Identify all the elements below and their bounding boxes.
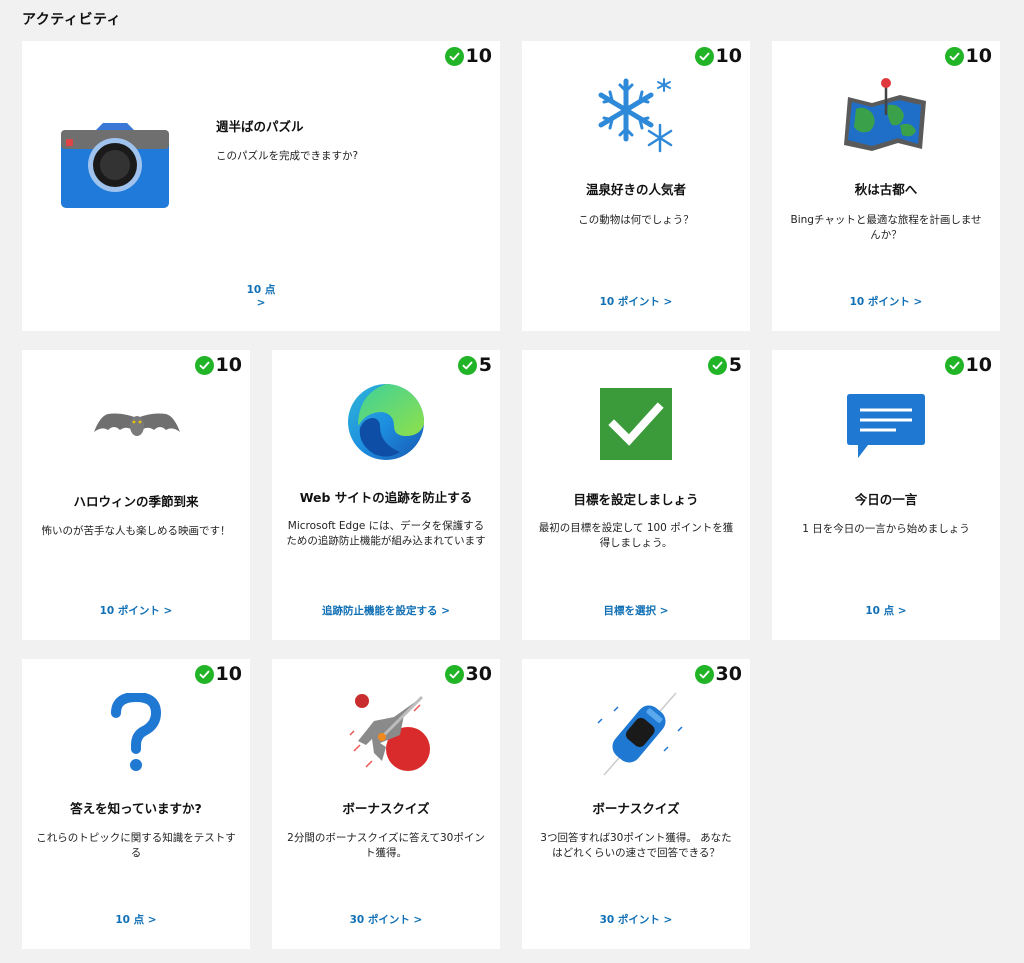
card-link[interactable]: 10 ポイント > <box>522 294 750 309</box>
check-circle-icon <box>444 664 464 684</box>
activity-card-kyoto[interactable]: 10 秋は古都へ Bingチャットと最適な旅程を計画しませんか？ 10 ポイント… <box>772 41 1000 331</box>
card-link[interactable]: 追跡防止機能を設定する > <box>272 603 500 618</box>
check-circle-icon <box>694 664 714 684</box>
card-description: この動物は何でしょう？ <box>578 214 694 226</box>
card-title: ハロウィンの季節到来 <box>73 494 199 509</box>
points-badge: 10 <box>194 354 242 376</box>
points-badge: 5 <box>707 354 742 376</box>
spaceship-icon <box>344 691 434 779</box>
card-link[interactable]: 30 ポイント > <box>522 912 750 927</box>
map-icon <box>842 75 932 159</box>
card-description: 怖いのが苦手な人も楽しめる映画です！ <box>41 525 231 537</box>
bat-icon <box>92 410 182 444</box>
card-title: 週半ばのパズル <box>216 119 304 134</box>
card-link[interactable]: 10 点 > <box>22 912 250 927</box>
points-badge: 30 <box>694 663 742 685</box>
question-mark-icon <box>110 691 162 779</box>
card-link[interactable]: 10 ポイント > <box>22 603 250 618</box>
card-title: 秋は古都へ <box>854 182 918 197</box>
activity-card-bonus-quiz-2[interactable]: 30 ボーナスクイズ 3つ回答すれば30ポイント獲得。 あなたはどれくらいの速さ… <box>522 659 750 949</box>
activity-card-puzzle[interactable]: 10 週半ばのパズル このパズルを完成できますか? 10 点 > <box>22 41 500 331</box>
checkmark-icon <box>600 388 672 464</box>
card-description: 最初の目標を設定して 100 ポイントを獲得しましょう。 <box>538 522 734 549</box>
card-link[interactable]: 10 ポイント > <box>772 294 1000 309</box>
activity-card-onsen[interactable]: 10 温泉好きの人気者 この動物は何でしょう？ 10 ポイント > <box>522 41 750 331</box>
card-link[interactable]: 10 点 > <box>242 282 280 309</box>
snowflake-icon <box>594 75 678 159</box>
card-description: 1 日を今日の一言から始めましょう <box>802 523 970 535</box>
points-badge: 10 <box>444 45 492 67</box>
check-circle-icon <box>944 46 964 66</box>
card-link[interactable]: 10 点 > <box>772 603 1000 618</box>
check-circle-icon <box>694 46 714 66</box>
card-link[interactable]: 30 ポイント > <box>272 912 500 927</box>
card-title: 温泉好きの人気者 <box>585 182 686 197</box>
card-title: ボーナスクイズ <box>342 801 430 816</box>
activity-card-quiz-topics[interactable]: 10 答えを知っていますか? これらのトピックに関する知識をテストする 10 点… <box>22 659 250 949</box>
card-link[interactable]: 目標を選択 > <box>522 603 750 618</box>
card-title: 答えを知っていますか? <box>70 801 202 816</box>
points-badge: 10 <box>944 354 992 376</box>
camera-icon <box>60 121 170 213</box>
check-circle-icon <box>707 355 727 375</box>
card-description: これらのトピックに関する知識をテストする <box>36 832 236 859</box>
section-title: アクティビティ <box>22 12 122 28</box>
card-description: このパズルを完成できますか? <box>216 150 359 162</box>
check-circle-icon <box>444 46 464 66</box>
points-badge: 30 <box>444 663 492 685</box>
activity-card-bonus-quiz-1[interactable]: 30 ボーナスクイズ 2分間のボーナスクイズに答えて30ポイント獲得。 30 ポ… <box>272 659 500 949</box>
points-badge: 10 <box>694 45 742 67</box>
race-car-icon <box>594 689 684 783</box>
card-title: 目標を設定しましょう <box>573 492 699 507</box>
check-circle-icon <box>944 355 964 375</box>
card-title: 今日の一言 <box>854 492 918 507</box>
card-title: Web サイトの追跡を防止する <box>299 490 473 505</box>
edge-logo-icon <box>346 382 426 466</box>
check-circle-icon <box>194 664 214 684</box>
card-title: ボーナスクイズ <box>592 801 680 816</box>
card-description: 3つ回答すれば30ポイント獲得。 あなたはどれくらいの速さで回答できる？ <box>540 832 732 859</box>
points-badge: 10 <box>194 663 242 685</box>
check-circle-icon <box>194 355 214 375</box>
activity-card-goal[interactable]: 5 目標を設定しましょう 最初の目標を設定して 100 ポイントを獲得しましょう… <box>522 350 750 640</box>
points-badge: 5 <box>457 354 492 376</box>
activity-card-edge-tracking[interactable]: 5 Web サイトの追跡を防止する Microsoft Edge には、データを… <box>272 350 500 640</box>
chat-bubble-icon <box>846 392 926 464</box>
card-description: Microsoft Edge には、データを保護するための追跡防止機能が組み込ま… <box>286 520 486 547</box>
activity-card-halloween[interactable]: 10 ハロウィンの季節到来 怖いのが苦手な人も楽しめる映画です！ 10 ポイント… <box>22 350 250 640</box>
activity-card-daily-word[interactable]: 10 今日の一言 1 日を今日の一言から始めましょう 10 点 > <box>772 350 1000 640</box>
card-description: Bingチャットと最適な旅程を計画しませんか？ <box>790 214 982 241</box>
card-description: 2分間のボーナスクイズに答えて30ポイント獲得。 <box>287 832 485 859</box>
points-badge: 10 <box>944 45 992 67</box>
check-circle-icon <box>457 355 477 375</box>
